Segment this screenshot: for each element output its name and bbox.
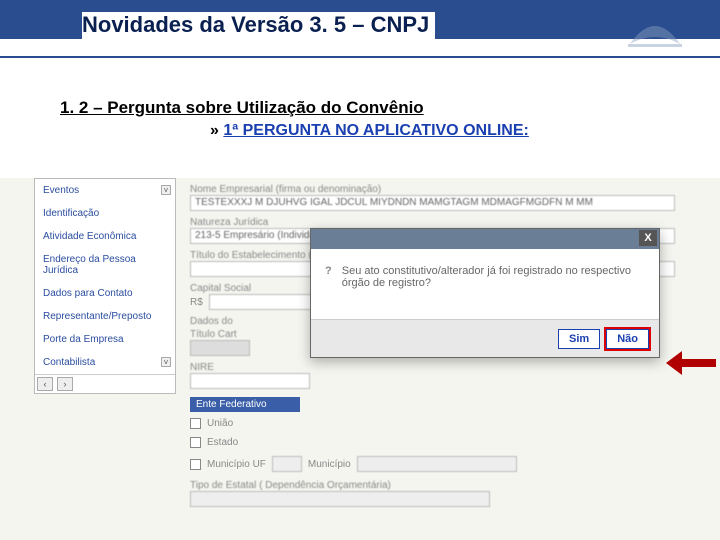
municipio-label: Município	[308, 459, 351, 470]
nire-label: NIRE	[190, 362, 700, 373]
uniao-label: União	[207, 418, 233, 429]
sidebar-item-endereco[interactable]: Endereço da Pessoa Jurídica	[35, 248, 175, 282]
tipo-estatal-label: Tipo de Estatal ( Dependência Orçamentár…	[190, 480, 700, 491]
section-heading: 1. 2 – Pergunta sobre Utilização do Conv…	[60, 98, 670, 118]
sidebar-item-label: Eventos	[43, 185, 79, 196]
sidebar-item-porte[interactable]: Porte da Empresa	[35, 328, 175, 351]
confirm-dialog: X ? Seu ato constitutivo/alterador já fo…	[310, 228, 660, 358]
municipio-uf-label: Município UF	[207, 459, 266, 470]
brand-logo	[620, 8, 690, 52]
chevron-down-icon: ˅	[161, 185, 171, 195]
sidebar-item-label: Contabilista	[43, 357, 95, 368]
municipio-checkbox[interactable]	[190, 459, 201, 470]
capital-prefix: R$	[190, 297, 203, 308]
close-icon[interactable]: X	[639, 230, 657, 246]
sidebar-item-label: Porte da Empresa	[43, 334, 124, 345]
titulo-cart-field[interactable]	[190, 340, 250, 356]
page-title: Novidades da Versão 3. 5 – CNPJ	[82, 12, 435, 42]
chevron-down-icon: ˅	[161, 357, 171, 367]
sidebar-item-label: Dados para Contato	[43, 288, 133, 299]
nav-next-button[interactable]: ›	[57, 377, 73, 391]
nome-label: Nome Empresarial (firma ou denominação)	[190, 184, 700, 195]
header-banner: Novidades da Versão 3. 5 – CNPJ	[0, 0, 720, 58]
sidebar-item-label: Atividade Econômica	[43, 231, 136, 242]
nome-field[interactable]: TESTEXXXJ M DJUHVG IGAL JDCUL MIYDNDN MA…	[190, 195, 675, 211]
sidebar-item-label: Endereço da Pessoa Jurídica	[43, 254, 136, 276]
dialog-actions: Sim Não	[311, 319, 659, 357]
natureza-label: Natureza Jurídica	[190, 217, 700, 228]
sidebar-item-contabilista[interactable]: Contabilista ˅	[35, 351, 175, 374]
sidebar-item-label: Identificação	[43, 208, 99, 219]
sidebar-item-representante[interactable]: Representante/Preposto	[35, 305, 175, 328]
sidebar-item-identificacao[interactable]: Identificação	[35, 202, 175, 225]
uniao-checkbox[interactable]	[190, 418, 201, 429]
bullet: »	[210, 122, 219, 139]
tipo-estatal-field[interactable]	[190, 491, 490, 507]
sidebar-item-label: Representante/Preposto	[43, 311, 151, 322]
dialog-text: Seu ato constitutivo/alterador já foi re…	[342, 265, 645, 307]
sidebar-nav: ‹ ›	[35, 374, 175, 393]
sidebar: Eventos ˅ Identificação Atividade Econôm…	[34, 178, 176, 394]
section-sub-text: 1ª PERGUNTA NO APLICATIVO ONLINE:	[223, 122, 528, 139]
question-icon: ?	[325, 265, 332, 307]
sidebar-item-atividade[interactable]: Atividade Econômica	[35, 225, 175, 248]
nire-field[interactable]	[190, 373, 310, 389]
section-heading-block: 1. 2 – Pergunta sobre Utilização do Conv…	[0, 58, 720, 150]
municipio-field[interactable]	[357, 456, 517, 472]
uf-field[interactable]	[272, 456, 302, 472]
estado-label: Estado	[207, 437, 238, 448]
callout-arrow-icon	[666, 350, 716, 376]
dialog-titlebar: X	[311, 229, 659, 249]
dialog-body: ? Seu ato constitutivo/alterador já foi …	[311, 249, 659, 319]
estado-checkbox[interactable]	[190, 437, 201, 448]
yes-button[interactable]: Sim	[558, 329, 600, 349]
sidebar-item-dados-contato[interactable]: Dados para Contato	[35, 282, 175, 305]
section-sub: » 1ª PERGUNTA NO APLICATIVO ONLINE:	[210, 122, 670, 140]
no-button[interactable]: Não	[606, 329, 649, 349]
ente-federativo-header: Ente Federativo	[190, 397, 300, 412]
nav-prev-button[interactable]: ‹	[37, 377, 53, 391]
sidebar-item-eventos[interactable]: Eventos ˅	[35, 179, 175, 202]
